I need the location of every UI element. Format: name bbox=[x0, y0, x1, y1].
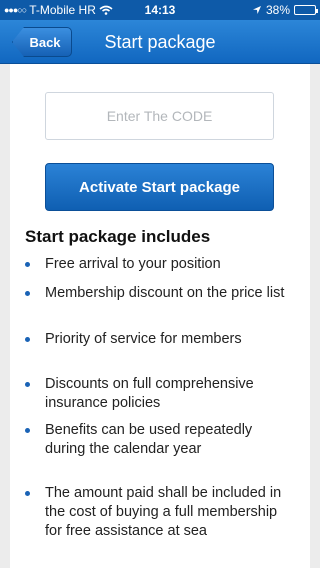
list-item: Free arrival to your position bbox=[25, 255, 295, 274]
bullet-icon bbox=[25, 428, 30, 433]
status-bar: ●●●○○ T-Mobile HR 14:13 38% bbox=[0, 0, 320, 20]
status-left: ●●●○○ T-Mobile HR bbox=[4, 3, 252, 17]
status-right: 38% bbox=[252, 3, 318, 17]
bullet-icon bbox=[25, 382, 30, 387]
battery-percent: 38% bbox=[265, 3, 290, 17]
list-item: Priority of service for members bbox=[25, 330, 295, 349]
location-arrow-icon bbox=[252, 6, 261, 14]
wifi-icon bbox=[99, 5, 113, 15]
content-card: Activate Start package Start package inc… bbox=[10, 64, 310, 568]
list-item: The amount paid shall be included in the… bbox=[25, 484, 295, 541]
list-item-text: Free arrival to your position bbox=[45, 256, 221, 272]
includes-heading: Start package includes bbox=[25, 227, 211, 246]
signal-strength-icon: ●●●○○ bbox=[4, 5, 27, 15]
navigation-bar: Start package Back bbox=[0, 20, 320, 64]
bullet-icon bbox=[25, 291, 30, 296]
list-item-text: The amount paid shall be included in the… bbox=[45, 485, 282, 539]
list-item: Membership discount on the price list bbox=[25, 284, 295, 303]
bullet-icon bbox=[25, 337, 30, 342]
list-item-text: Discounts on full comprehensive insuranc… bbox=[45, 376, 254, 411]
bullet-icon bbox=[25, 491, 30, 496]
bullet-icon bbox=[25, 262, 30, 267]
code-input[interactable] bbox=[45, 92, 274, 140]
carrier-name: T-Mobile HR bbox=[29, 3, 96, 17]
list-item-text: Benefits can be used repeatedly during t… bbox=[45, 422, 253, 457]
list-item: Discounts on full comprehensive insuranc… bbox=[25, 375, 295, 413]
list-item: Benefits can be used repeatedly during t… bbox=[25, 421, 295, 459]
list-item-text: Membership discount on the price list bbox=[45, 285, 285, 301]
back-button[interactable]: Back bbox=[12, 27, 72, 57]
activate-start-package-button[interactable]: Activate Start package bbox=[45, 163, 274, 211]
list-item-text: Priority of service for members bbox=[45, 331, 242, 347]
battery-icon bbox=[294, 5, 318, 15]
